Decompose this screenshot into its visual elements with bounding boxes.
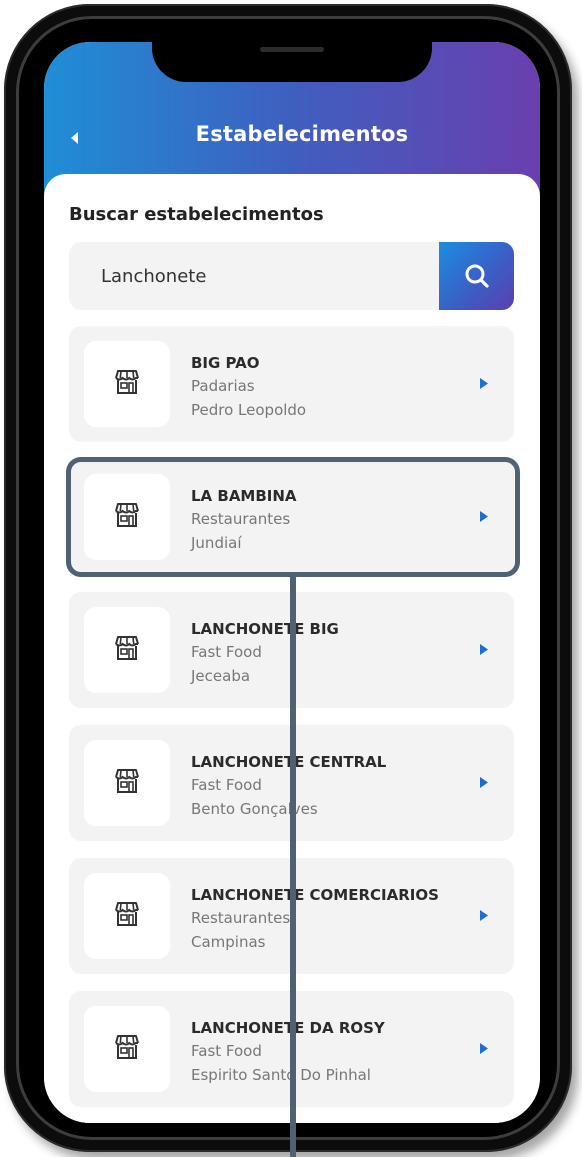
result-name: BIG PAO <box>191 354 260 372</box>
result-city: Campinas <box>191 933 266 951</box>
phone-notch <box>152 42 432 82</box>
search-icon <box>465 264 489 288</box>
result-city: Jeceaba <box>191 667 251 685</box>
chevron-right-icon <box>478 509 490 523</box>
result-category: Fast Food <box>191 1042 262 1060</box>
store-icon <box>112 899 142 933</box>
speaker-grille <box>260 47 324 52</box>
chevron-right-icon <box>478 376 490 390</box>
store-icon <box>112 1032 142 1066</box>
store-icon-box <box>84 607 170 693</box>
chevron-right-icon <box>478 642 490 656</box>
pointer-line <box>290 577 296 1157</box>
result-card[interactable]: LA BAMBINA Restaurantes Jundiaí <box>69 459 514 575</box>
result-name: LANCHONETE BIG <box>191 620 339 638</box>
chevron-right-icon <box>478 775 490 789</box>
store-icon <box>112 633 142 667</box>
search-bar <box>69 242 514 310</box>
store-icon <box>112 500 142 534</box>
result-city: Jundiaí <box>191 534 242 552</box>
result-category: Restaurantes <box>191 909 291 927</box>
store-icon-box <box>84 1006 170 1092</box>
store-icon-box <box>84 873 170 959</box>
result-name: LANCHONETE CENTRAL <box>191 753 387 771</box>
result-city: Espirito Santo Do Pinhal <box>191 1066 371 1084</box>
page-title: Estabelecimentos <box>195 122 409 146</box>
result-city: Pedro Leopoldo <box>191 401 307 419</box>
result-category: Fast Food <box>191 776 262 794</box>
result-name: LA BAMBINA <box>191 487 297 505</box>
result-category: Padarias <box>191 377 255 395</box>
result-name: LANCHONETE DA ROSY <box>191 1019 385 1037</box>
store-icon-box <box>84 740 170 826</box>
search-input[interactable] <box>69 242 439 310</box>
chevron-right-icon <box>478 908 490 922</box>
store-icon <box>112 766 142 800</box>
result-category: Restaurantes <box>191 510 291 528</box>
result-category: Fast Food <box>191 643 262 661</box>
search-button[interactable] <box>439 242 514 310</box>
chevron-right-icon <box>478 1041 490 1055</box>
search-label: Buscar estabelecimentos <box>69 204 324 225</box>
store-icon <box>112 367 142 401</box>
result-card[interactable]: BIG PAO Padarias Pedro Leopoldo <box>69 326 514 442</box>
result-city: Bento Gonçalves <box>191 800 318 818</box>
store-icon-box <box>84 341 170 427</box>
result-name: LANCHONETE COMERCIARIOS <box>191 886 439 904</box>
store-icon-box <box>84 474 170 560</box>
